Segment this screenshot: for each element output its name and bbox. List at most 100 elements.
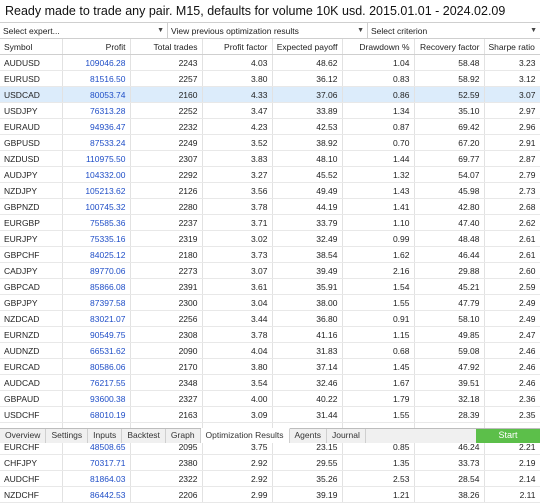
table-row[interactable]: EURCAD 80586.06 2170 3.80 37.14 1.45 47.92 2.46 (0, 358, 540, 375)
view-results-label: View previous optimization results (171, 25, 299, 36)
table-row[interactable]: GBPCAD 85866.08 2391 3.61 35.91 1.54 45.21 2.59 (0, 278, 540, 295)
cell-symbol: NZDJPY (0, 182, 63, 199)
table-row[interactable]: GBPCHF 84025.12 2180 3.73 38.54 1.62 46.44 2.61 (0, 246, 540, 263)
table-row[interactable]: EURGBP 75585.36 2237 3.71 33.79 1.10 47.40 2.62 (0, 214, 540, 231)
cell-profit-factor: 3.73 (202, 246, 273, 263)
table-row[interactable]: NZDCHF 86442.53 2206 2.99 39.19 1.21 38.26 2.11 (0, 486, 540, 503)
cell-profit-factor: 3.78 (202, 326, 273, 343)
cell-expected-payoff: 35.26 (272, 470, 343, 487)
cell-profit-factor: 3.56 (202, 182, 273, 199)
table-row[interactable]: GBPNZD 100745.32 2280 3.78 44.19 1.41 42.80 2.6… (0, 198, 540, 215)
cell-drawdown: 1.67 (342, 374, 415, 391)
cell-symbol: EURAUD (0, 118, 63, 135)
cell-expected-payoff: 41.16 (272, 326, 343, 343)
chevron-down-icon: ▼ (357, 27, 364, 34)
chevron-down-icon: ▼ (157, 27, 164, 34)
cell-recovery-factor: 38.26 (414, 486, 485, 503)
cell-expected-payoff: 45.52 (272, 166, 343, 183)
column-header-expected-payoff[interactable]: Expected payoff (272, 39, 343, 55)
tab-optimization-results[interactable]: Optimization Results (200, 428, 290, 443)
cell-sharpe-ratio: 2.19 (484, 454, 540, 471)
cell-recovery-factor: 47.79 (414, 294, 485, 311)
table-row[interactable]: NZDJPY 105213.62 2126 3.56 49.49 1.43 45.98 2.7… (0, 182, 540, 199)
cell-expected-payoff: 44.19 (272, 198, 343, 215)
table-row[interactable]: AUDNZD 66531.62 2090 4.04 31.83 0.68 59.08 2.46 (0, 342, 540, 359)
cell-expected-payoff: 31.83 (272, 342, 343, 359)
cell-drawdown: 1.15 (342, 326, 415, 343)
cell-total-trades: 2249 (130, 134, 203, 151)
table-row[interactable]: USDCHF 68010.19 2163 3.09 31.44 1.55 28.39 2.35 (0, 406, 540, 423)
cell-expected-payoff: 33.89 (272, 102, 343, 119)
tab-settings[interactable]: Settings (46, 429, 89, 443)
cell-profit-factor: 3.71 (202, 214, 273, 231)
tab-inputs[interactable]: Inputs (88, 429, 123, 443)
table-row[interactable]: AUDUSD 109046.28 2243 4.03 48.62 1.04 58.48 3.2… (0, 54, 540, 71)
column-header-total-trades[interactable]: Total trades (130, 39, 203, 55)
cell-sharpe-ratio: 2.96 (484, 118, 540, 135)
table-row[interactable]: USDJPY 76313.28 2252 3.47 33.89 1.34 35.10 2.97 (0, 102, 540, 119)
table-row[interactable]: NZDCAD 83021.07 2256 3.44 36.80 0.91 58.10 2.49 (0, 310, 540, 327)
cell-symbol: GBPAUD (0, 390, 63, 407)
table-row[interactable]: EURAUD 94936.47 2232 4.23 42.53 0.87 69.42 2.96 (0, 118, 540, 135)
column-header-sharpe-ratio[interactable]: Sharpe ratio▼ (484, 39, 540, 55)
table-row[interactable]: CADJPY 89770.06 2273 3.07 39.49 2.16 29.88 2.60 (0, 262, 540, 279)
table-row[interactable]: EURJPY 75335.16 2319 3.02 32.49 0.99 48.48 2.61 (0, 230, 540, 247)
tab-agents[interactable]: Agents (290, 429, 327, 443)
cell-recovery-factor: 29.88 (414, 262, 485, 279)
expert-select[interactable]: Select expert... ▼ (0, 23, 168, 38)
cell-recovery-factor: 67.20 (414, 134, 485, 151)
cell-recovery-factor: 58.10 (414, 310, 485, 327)
table-row[interactable]: CHFJPY 70317.71 2380 2.92 29.55 1.35 33.73 2.19 (0, 454, 540, 471)
cell-drawdown: 0.68 (342, 342, 415, 359)
table-row[interactable]: AUDJPY 104332.00 2292 3.27 45.52 1.32 54.07 2.7… (0, 166, 540, 183)
cell-recovery-factor: 52.59 (414, 86, 485, 103)
cell-recovery-factor: 69.42 (414, 118, 485, 135)
cell-expected-payoff: 36.80 (272, 310, 343, 327)
table-row[interactable]: GBPJPY 87397.58 2300 3.04 38.00 1.55 47.79 2.49 (0, 294, 540, 311)
cell-symbol: AUDCHF (0, 470, 63, 487)
start-button[interactable]: Start (476, 429, 540, 443)
table-row[interactable]: EURNZD 90549.75 2308 3.78 41.16 1.15 49.85 2.47 (0, 326, 540, 343)
tab-graph[interactable]: Graph (166, 429, 201, 443)
view-results-select[interactable]: View previous optimization results ▼ (168, 23, 368, 38)
bottom-tab-bar: Overview Settings Inputs Backtest Graph … (0, 428, 540, 443)
cell-profit-factor: 3.09 (202, 406, 273, 423)
column-header-profit-factor[interactable]: Profit factor (202, 39, 273, 55)
cell-profit: 83021.07 (62, 310, 131, 327)
column-header-drawdown[interactable]: Drawdown % (342, 39, 415, 55)
cell-profit: 100745.32 (62, 198, 131, 215)
cell-sharpe-ratio: 2.79 (484, 166, 540, 183)
cell-profit: 81864.03 (62, 470, 131, 487)
table-row[interactable]: AUDCHF 81864.03 2322 2.92 35.26 2.53 28.54 2.14 (0, 470, 540, 487)
table-row[interactable]: GBPAUD 93600.38 2327 4.00 40.22 1.79 32.18 2.36 (0, 390, 540, 407)
table-row[interactable]: AUDCAD 76217.55 2348 3.54 32.46 1.67 39.51 2.46 (0, 374, 540, 391)
cell-profit: 94936.47 (62, 118, 131, 135)
cell-drawdown: 0.99 (342, 230, 415, 247)
cell-total-trades: 2348 (130, 374, 203, 391)
tab-bar-spacer (366, 429, 476, 443)
column-header-symbol[interactable]: Symbol (0, 39, 63, 55)
table-row[interactable]: EURUSD 81516.50 2257 3.80 36.12 0.83 58.92 3.12 (0, 70, 540, 87)
cell-drawdown: 1.32 (342, 166, 415, 183)
chevron-down-icon: ▼ (530, 27, 537, 34)
cell-symbol: AUDJPY (0, 166, 63, 183)
cell-profit: 104332.00 (62, 166, 131, 183)
column-header-recovery-factor[interactable]: Recovery factor (414, 39, 485, 55)
tab-backtest[interactable]: Backtest (122, 429, 166, 443)
tab-overview[interactable]: Overview (0, 429, 47, 443)
cell-total-trades: 2232 (130, 118, 203, 135)
cell-total-trades: 2160 (130, 86, 203, 103)
table-row[interactable]: USDCAD 80053.74 2160 4.33 37.06 0.86 52.59 3.07 (0, 86, 540, 103)
cell-total-trades: 2170 (130, 358, 203, 375)
cell-drawdown: 0.83 (342, 70, 415, 87)
table-row[interactable]: GBPUSD 87533.24 2249 3.52 38.92 0.70 67.20 2.91 (0, 134, 540, 151)
cell-total-trades: 2307 (130, 150, 203, 167)
cell-recovery-factor: 42.80 (414, 198, 485, 215)
cell-total-trades: 2391 (130, 278, 203, 295)
table-row[interactable]: NZDUSD 110975.50 2307 3.83 48.10 1.44 69.77 2.8… (0, 150, 540, 167)
cell-sharpe-ratio: 2.61 (484, 246, 540, 263)
criterion-select[interactable]: Select criterion ▼ (368, 23, 540, 38)
column-header-profit[interactable]: Profit (62, 39, 131, 55)
cell-profit-factor: 2.99 (202, 486, 273, 503)
tab-journal[interactable]: Journal (327, 429, 366, 443)
